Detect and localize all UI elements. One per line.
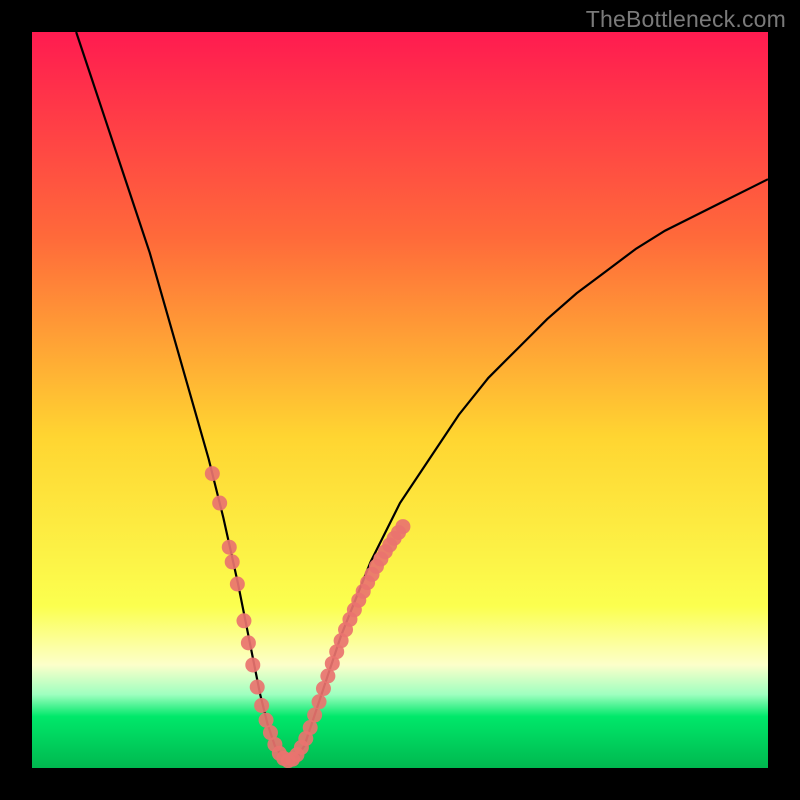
data-marker [222, 540, 237, 555]
data-marker [225, 554, 240, 569]
data-marker [312, 694, 327, 709]
data-marker [236, 613, 251, 628]
chart-plot [32, 32, 768, 768]
data-marker [395, 519, 410, 534]
data-marker [230, 577, 245, 592]
gradient-background [32, 32, 768, 768]
data-marker [307, 708, 322, 723]
chart-frame: TheBottleneck.com [0, 0, 800, 800]
data-marker [250, 680, 265, 695]
data-marker [205, 466, 220, 481]
data-marker [245, 657, 260, 672]
data-marker [241, 635, 256, 650]
watermark-text: TheBottleneck.com [586, 6, 786, 33]
data-marker [254, 698, 269, 713]
data-marker [212, 496, 227, 511]
